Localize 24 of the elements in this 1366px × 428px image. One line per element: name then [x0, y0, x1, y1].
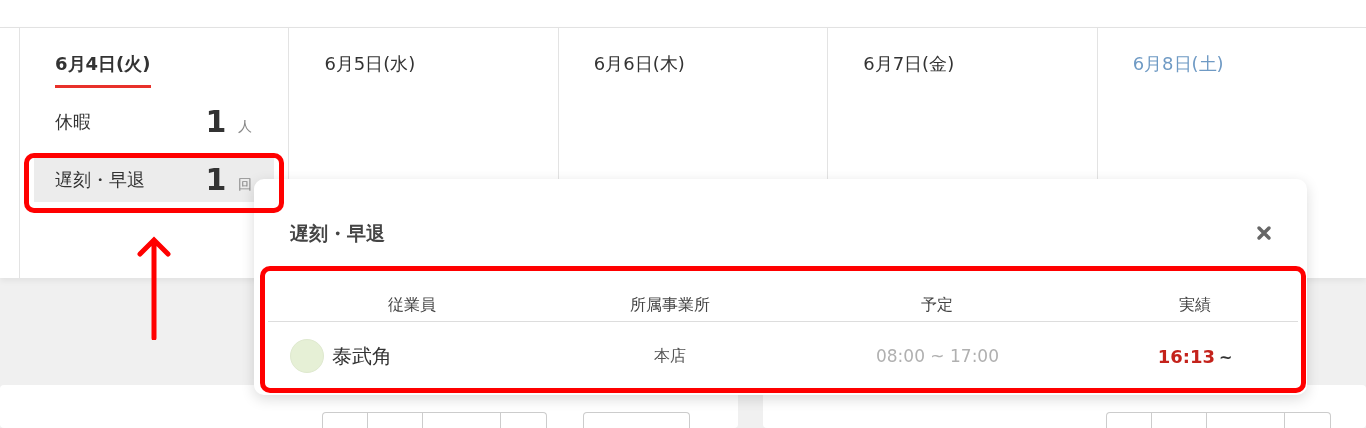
actual-time: 16:13 [1157, 345, 1215, 367]
column-header: 従業員 [268, 289, 557, 321]
tilde-text: ~ [1218, 347, 1233, 367]
date-tab[interactable]: 6月7日(金) [863, 50, 955, 88]
stat-row[interactable]: 遅刻・早退 1 回 [34, 156, 275, 202]
stat-row[interactable]: 休暇 1 人 [34, 98, 275, 144]
table-cell: 08:00 ~ 17:00 [875, 345, 999, 366]
popover-title: 遅刻・早退 [290, 221, 385, 246]
column-header: 実績 [1092, 289, 1298, 321]
date-tab[interactable]: 6月5日(水) [324, 50, 416, 88]
stat-unit: 回 [238, 174, 253, 194]
close-icon[interactable] [1256, 225, 1272, 241]
stat-label: 休暇 [55, 109, 92, 134]
date-tab[interactable]: 6月4日(火) [55, 50, 151, 88]
stat-label: 遅刻・早退 [55, 167, 146, 192]
stat-count: 1 [205, 160, 227, 199]
date-tab[interactable]: 6月6日(木) [593, 50, 685, 88]
stat-count: 1 [205, 102, 227, 141]
table-cell: 本店 [653, 346, 686, 366]
column-header: 予定 [783, 289, 1092, 321]
avatar [290, 339, 324, 374]
employee-name: 泰武角 [332, 343, 392, 371]
column-header: 所属事業所 [556, 289, 783, 321]
stat-unit: 人 [238, 116, 253, 136]
